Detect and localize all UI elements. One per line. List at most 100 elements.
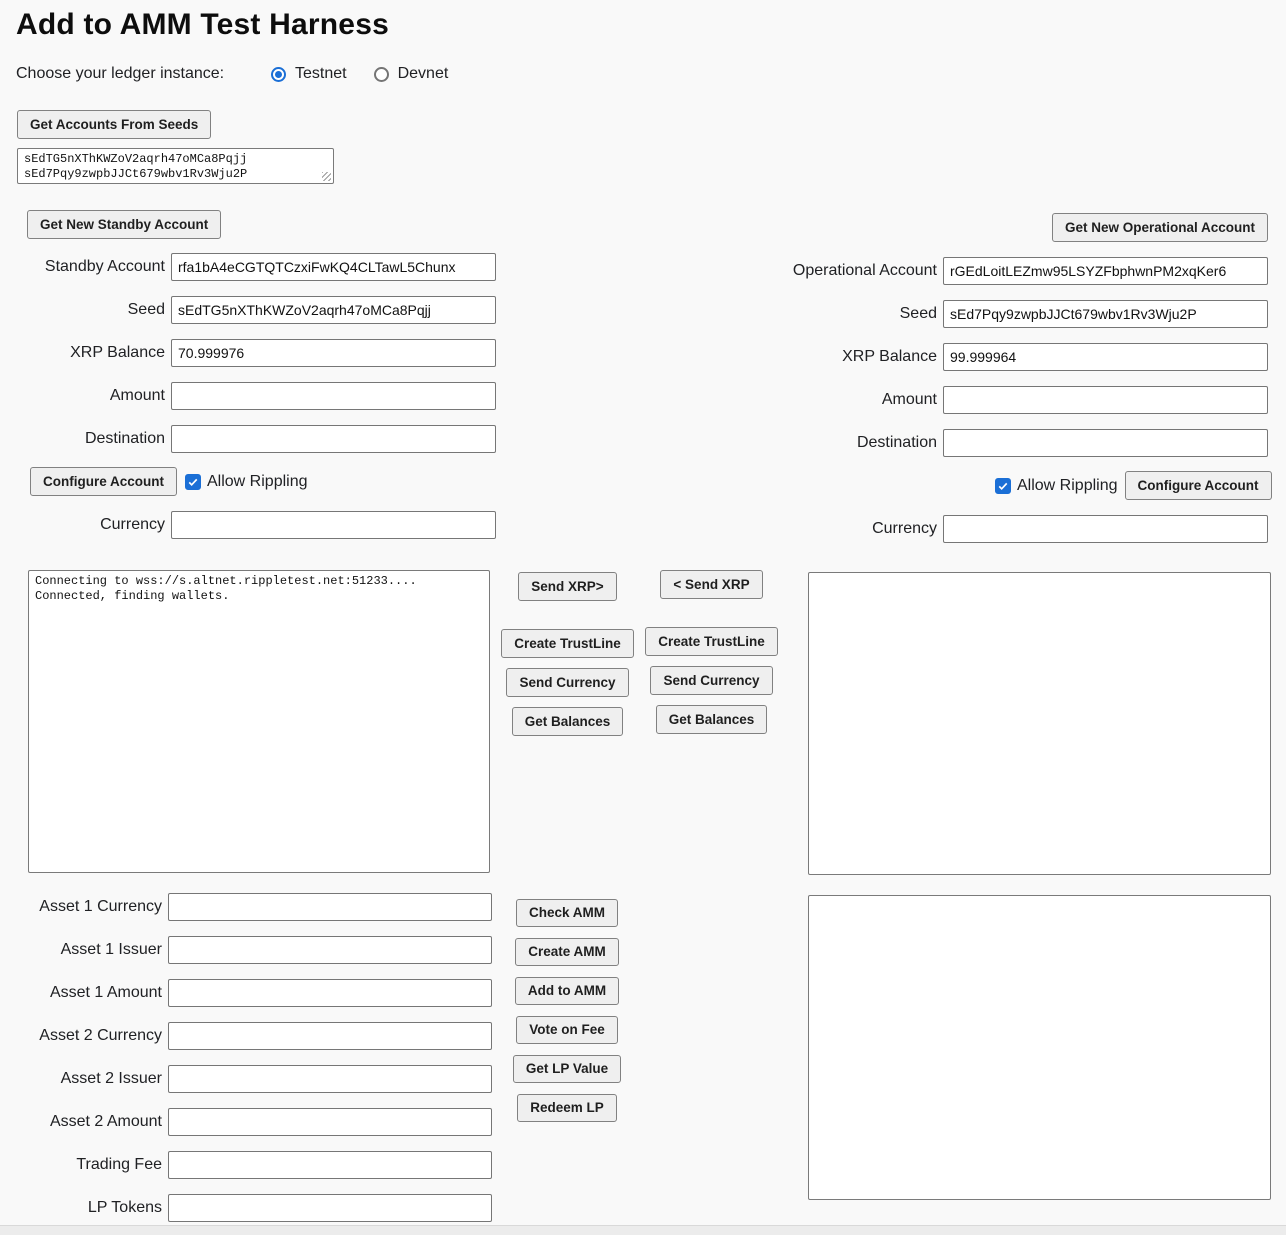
asset1-issuer-input[interactable] [168, 936, 492, 964]
asset1-amount-row: Asset 1 Amount [0, 979, 492, 1007]
operational-seed-row: Seed [772, 300, 1268, 328]
operational-account-form: Operational Account Seed XRP Balance Amo… [772, 257, 1268, 472]
operational-actions-column: < Send XRP Create TrustLine Send Currenc… [649, 570, 774, 744]
lp-tokens-label: LP Tokens [0, 1199, 168, 1217]
standby-amount-row: Amount [0, 382, 496, 410]
standby-actions-column: Send XRP> Create TrustLine Send Currency… [505, 572, 630, 746]
devnet-radio-icon[interactable] [374, 67, 389, 82]
standby-create-trustline-button[interactable]: Create TrustLine [501, 629, 634, 658]
asset1-currency-row: Asset 1 Currency [0, 893, 492, 921]
standby-account-row: Standby Account [0, 253, 496, 281]
standby-allow-rippling-label: Allow Rippling [207, 473, 308, 491]
standby-account-label: Standby Account [0, 258, 171, 276]
operational-configure-account-button[interactable]: Configure Account [1125, 471, 1272, 500]
devnet-radio-label: Devnet [398, 65, 449, 83]
standby-seed-input[interactable] [171, 296, 496, 324]
amm-result-textarea[interactable] [808, 895, 1271, 1200]
standby-allow-rippling-checkbox[interactable] [185, 474, 201, 490]
trading-fee-input[interactable] [168, 1151, 492, 1179]
standby-send-currency-button[interactable]: Send Currency [506, 668, 628, 697]
operational-destination-input[interactable] [943, 429, 1268, 457]
standby-amount-input[interactable] [171, 382, 496, 410]
operational-create-trustline-button[interactable]: Create TrustLine [645, 627, 778, 656]
standby-account-form: Standby Account Seed XRP Balance Amount … [0, 253, 496, 468]
operational-balance-label: XRP Balance [772, 348, 943, 366]
get-lp-value-button[interactable]: Get LP Value [513, 1055, 621, 1083]
operational-account-label: Operational Account [772, 262, 943, 280]
asset2-amount-row: Asset 2 Amount [0, 1108, 492, 1136]
vote-on-fee-button[interactable]: Vote on Fee [516, 1016, 618, 1044]
asset1-amount-input[interactable] [168, 979, 492, 1007]
standby-currency-label: Currency [0, 516, 171, 534]
operational-destination-label: Destination [772, 434, 943, 452]
standby-account-input[interactable] [171, 253, 496, 281]
operational-result-textarea[interactable] [808, 572, 1271, 875]
checkmark-icon [997, 480, 1009, 492]
check-amm-button[interactable]: Check AMM [516, 899, 618, 927]
testnet-radio-label: Testnet [295, 65, 347, 83]
operational-amount-row: Amount [772, 386, 1268, 414]
standby-result-textarea[interactable]: Connecting to wss://s.altnet.rippletest.… [28, 570, 490, 873]
asset1-amount-label: Asset 1 Amount [0, 984, 168, 1002]
operational-currency-label: Currency [772, 520, 943, 538]
standby-destination-input[interactable] [171, 425, 496, 453]
get-accounts-from-seeds-button[interactable]: Get Accounts From Seeds [17, 110, 211, 139]
standby-send-xrp-button[interactable]: Send XRP> [518, 572, 616, 601]
amm-actions-column: Check AMM Create AMM Add to AMM Vote on … [516, 899, 618, 1133]
standby-xrp-balance-input[interactable] [171, 339, 496, 367]
operational-balance-row: XRP Balance [772, 343, 1268, 371]
trading-fee-label: Trading Fee [0, 1156, 168, 1174]
ledger-instance-label: Choose your ledger instance: [16, 65, 271, 83]
operational-account-input[interactable] [943, 257, 1268, 285]
lp-tokens-row: LP Tokens [0, 1194, 492, 1222]
standby-currency-input[interactable] [171, 511, 496, 539]
devnet-radio-option[interactable]: Devnet [374, 65, 449, 83]
standby-seed-row: Seed [0, 296, 496, 324]
operational-account-row: Operational Account [772, 257, 1268, 285]
asset2-issuer-input[interactable] [168, 1065, 492, 1093]
operational-currency-row: Currency [772, 515, 1268, 543]
standby-currency-row: Currency [0, 511, 496, 539]
create-amm-button[interactable]: Create AMM [515, 938, 619, 966]
operational-amount-input[interactable] [943, 386, 1268, 414]
operational-send-xrp-button[interactable]: < Send XRP [660, 570, 762, 599]
get-new-standby-account-button[interactable]: Get New Standby Account [27, 210, 221, 239]
asset1-currency-input[interactable] [168, 893, 492, 921]
testnet-radio-option[interactable]: Testnet [271, 65, 347, 83]
standby-configure-account-button[interactable]: Configure Account [30, 467, 177, 496]
lp-tokens-input[interactable] [168, 1194, 492, 1222]
standby-get-balances-button[interactable]: Get Balances [512, 707, 624, 736]
asset2-issuer-row: Asset 2 Issuer [0, 1065, 492, 1093]
seeds-textarea[interactable]: sEdTG5nXThKWZoV2aqrh47oMCa8Pqjj sEd7Pqy9… [17, 148, 334, 184]
standby-destination-row: Destination [0, 425, 496, 453]
amm-form: Asset 1 Currency Asset 1 Issuer Asset 1 … [0, 893, 492, 1235]
ledger-instance-row: Choose your ledger instance: Testnet Dev… [16, 65, 475, 83]
checkmark-icon [187, 476, 199, 488]
operational-allow-rippling-label: Allow Rippling [1017, 477, 1118, 495]
asset2-currency-row: Asset 2 Currency [0, 1022, 492, 1050]
horizontal-scrollbar[interactable] [0, 1225, 1286, 1235]
standby-configure-row: Configure Account Allow Rippling [30, 467, 308, 496]
redeem-lp-button[interactable]: Redeem LP [517, 1094, 617, 1122]
standby-balance-row: XRP Balance [0, 339, 496, 367]
operational-allow-rippling-checkbox[interactable] [995, 478, 1011, 494]
operational-amount-label: Amount [772, 391, 943, 409]
operational-seed-label: Seed [772, 305, 943, 323]
operational-send-currency-button[interactable]: Send Currency [650, 666, 772, 695]
operational-configure-row: Allow Rippling Configure Account [995, 471, 1272, 500]
operational-currency-input[interactable] [943, 515, 1268, 543]
operational-xrp-balance-input[interactable] [943, 343, 1268, 371]
asset2-amount-input[interactable] [168, 1108, 492, 1136]
add-to-amm-button[interactable]: Add to AMM [515, 977, 619, 1005]
standby-currency-form: Currency [0, 511, 496, 554]
standby-amount-label: Amount [0, 387, 171, 405]
amm-test-harness-page: Add to AMM Test Harness Choose your ledg… [0, 0, 1286, 1235]
operational-destination-row: Destination [772, 429, 1268, 457]
asset2-currency-input[interactable] [168, 1022, 492, 1050]
operational-get-balances-button[interactable]: Get Balances [656, 705, 768, 734]
get-new-operational-account-button[interactable]: Get New Operational Account [1052, 213, 1268, 242]
standby-seed-label: Seed [0, 301, 171, 319]
testnet-radio-icon[interactable] [271, 67, 286, 82]
operational-seed-input[interactable] [943, 300, 1268, 328]
asset2-issuer-label: Asset 2 Issuer [0, 1070, 168, 1088]
